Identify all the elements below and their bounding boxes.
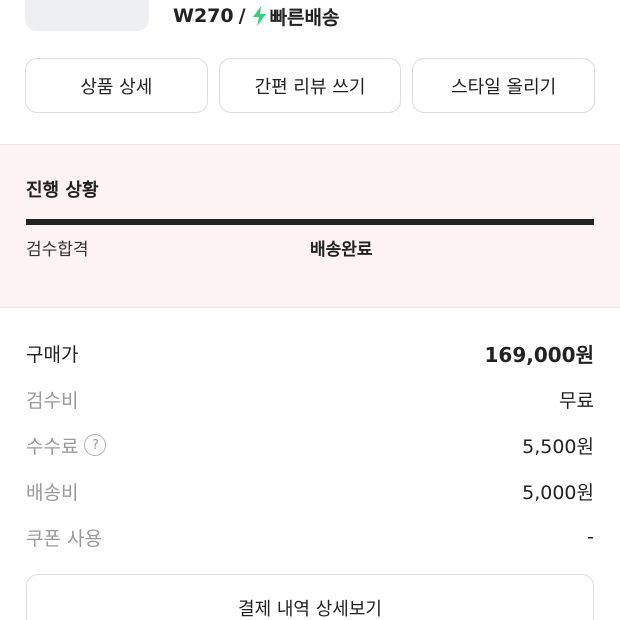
product-detail-button[interactable]: 상품 상세 [25, 58, 208, 113]
help-icon[interactable]: ? [84, 434, 107, 456]
payment-details-button[interactable]: 결제 내역 상세보기 [26, 574, 594, 620]
price-value: - [587, 526, 594, 548]
price-label: 쿠폰 사용 [26, 527, 102, 550]
quick-review-label: 간편 리뷰 쓰기 [254, 76, 366, 98]
price-label: 배송비 [26, 481, 79, 504]
price-label: 검수비 [26, 389, 79, 412]
price-row-coupon: 쿠폰 사용 - [26, 514, 594, 560]
price-value: 5,500원 [522, 435, 594, 458]
product-detail-label: 상품 상세 [80, 76, 153, 98]
post-style-label: 스타일 올리기 [451, 76, 557, 98]
meta-separator: / [238, 5, 246, 27]
price-value: 5,000원 [522, 481, 594, 504]
price-value: 무료 [559, 389, 594, 412]
post-style-button[interactable]: 스타일 올리기 [412, 58, 596, 113]
price-value: 169,000원 [484, 342, 595, 367]
progress-section: 진행 상황 검수합격 배송완료 [0, 144, 620, 308]
step-inspection-passed: 검수합격 [26, 240, 89, 260]
price-label: 구매가 [26, 343, 79, 366]
price-row-commission: 수수료 ? 5,500원 [26, 422, 594, 468]
price-row-shipping-fee: 배송비 5,000원 [26, 468, 594, 514]
price-row-purchase: 구매가 169,000원 [26, 330, 594, 376]
progress-bar [26, 219, 594, 225]
progress-fill [26, 219, 594, 225]
product-size: W270 [173, 5, 234, 27]
lightning-bolt-icon [252, 6, 266, 26]
payment-details-label: 결제 내역 상세보기 [238, 599, 382, 620]
product-meta: W270 / 빠른배송 [173, 3, 340, 29]
price-label-wrap: 수수료 ? [26, 432, 107, 459]
product-summary: W270 / 빠른배송 [0, 0, 620, 50]
product-thumbnail[interactable] [25, 0, 149, 31]
fast-shipping-label: 빠른배송 [269, 6, 340, 29]
action-buttons: 상품 상세 간편 리뷰 쓰기 스타일 올리기 [25, 58, 596, 113]
price-breakdown: 구매가 169,000원 검수비 무료 수수료 ? 5,500원 배송비 5,0… [26, 330, 594, 560]
progress-title: 진행 상황 [26, 180, 99, 201]
price-label: 수수료 [26, 435, 79, 458]
quick-review-button[interactable]: 간편 리뷰 쓰기 [218, 58, 402, 113]
step-delivered: 배송완료 [310, 240, 373, 260]
price-row-inspection-fee: 검수비 무료 [26, 376, 594, 422]
